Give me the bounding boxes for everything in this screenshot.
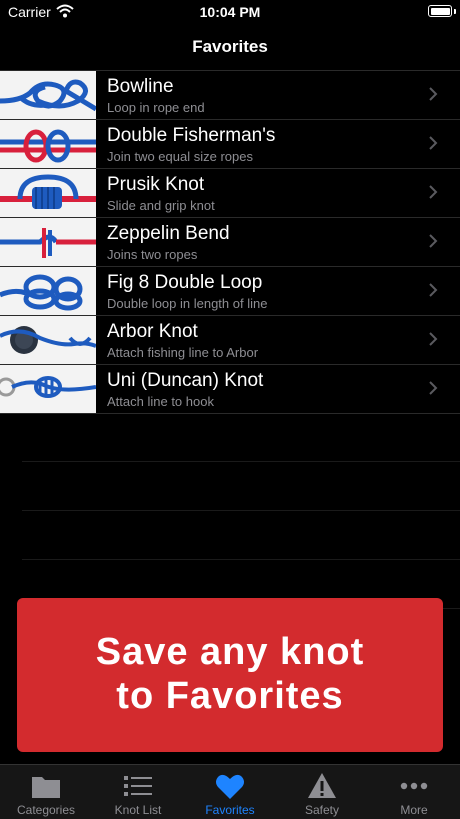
knot-thumbnail (0, 169, 96, 217)
double-fishermans-knot-image (0, 129, 96, 163)
arbor-knot-image (0, 326, 96, 354)
chevron-right-icon (429, 381, 438, 395)
knot-name: Fig 8 Double Loop (107, 272, 263, 293)
knot-thumbnail (0, 71, 96, 119)
chevron-right-icon (429, 283, 438, 297)
more-icon (400, 782, 428, 790)
knot-thumbnail (0, 120, 96, 168)
knot-subtitle: Slide and grip knot (107, 198, 215, 213)
knot-subtitle: Double loop in length of line (107, 296, 268, 311)
tab-label: More (400, 803, 428, 817)
list-icon (124, 776, 152, 796)
chevron-right-icon (429, 136, 438, 150)
list-item-fig-8-double-loop[interactable]: Fig 8 Double Loop Double loop in length … (0, 267, 460, 316)
fig-8-double-loop-knot-image (0, 274, 83, 311)
tab-label: Safety (304, 803, 340, 817)
empty-table-rows (22, 413, 460, 609)
knot-name: Arbor Knot (107, 321, 198, 342)
battery-icon (428, 5, 452, 17)
page-title: Favorites (192, 37, 268, 56)
tab-safety[interactable]: Safety (276, 765, 368, 819)
bowline-knot-image (0, 79, 96, 112)
knot-name: Double Fisherman's (107, 125, 276, 146)
banner-text: Save any knot to Favorites (17, 630, 443, 718)
tab-categories[interactable]: Categories (0, 765, 92, 819)
chevron-right-icon (429, 332, 438, 346)
chevron-right-icon (429, 234, 438, 248)
battery-cap (454, 9, 456, 14)
knot-name: Uni (Duncan) Knot (107, 370, 264, 391)
list-item-double-fishermans[interactable]: Double Fisherman's Join two equal size r… (0, 120, 460, 169)
knot-subtitle: Attach line to hook (107, 394, 214, 409)
knot-name: Zeppelin Bend (107, 223, 230, 244)
list-item-zeppelin-bend[interactable]: Zeppelin Bend Joins two ropes (0, 218, 460, 267)
tab-more[interactable]: More (368, 765, 460, 819)
uni-knot-image (0, 376, 96, 398)
tab-label: Knot List (114, 803, 162, 817)
tab-favorites[interactable]: Favorites (184, 765, 276, 819)
chevron-right-icon (429, 87, 438, 101)
favorites-list: Bowline Loop in rope end Double Fisherma… (0, 71, 460, 414)
knot-subtitle: Join two equal size ropes (107, 149, 253, 164)
knot-name: Bowline (107, 76, 174, 97)
tab-bar: Categories Knot List Favorites Safety Mo… (0, 764, 460, 819)
knot-name: Prusik Knot (107, 174, 205, 195)
tab-knot-list[interactable]: Knot List (92, 765, 184, 819)
warning-icon (308, 773, 336, 798)
banner-line-2: to Favorites (116, 675, 344, 717)
list-item-prusik-knot[interactable]: Prusik Knot Slide and grip knot (0, 169, 460, 218)
knot-thumbnail (0, 316, 96, 364)
chevron-right-icon (429, 185, 438, 199)
knot-subtitle: Joins two ropes (107, 247, 198, 262)
list-item-uni-duncan-knot[interactable]: Uni (Duncan) Knot Attach line to hook (0, 365, 460, 414)
knot-thumbnail (0, 267, 96, 315)
knot-subtitle: Attach fishing line to Arbor (107, 345, 259, 360)
banner-line-1: Save any knot (95, 631, 365, 673)
list-item-bowline[interactable]: Bowline Loop in rope end (0, 71, 460, 120)
prusik-knot-image (0, 174, 96, 209)
zeppelin-bend-knot-image (0, 228, 96, 258)
knot-thumbnail (0, 365, 96, 413)
list-item-arbor-knot[interactable]: Arbor Knot Attach fishing line to Arbor (0, 316, 460, 365)
knot-thumbnail (0, 218, 96, 266)
tab-label: Favorites (205, 803, 255, 817)
folder-icon (32, 777, 60, 798)
save-to-favorites-banner[interactable]: Save any knot to Favorites (17, 598, 443, 752)
status-bar: Carrier 10:04 PM (0, 0, 460, 24)
status-time: 10:04 PM (199, 4, 261, 20)
heart-icon (216, 774, 244, 799)
tab-label: Categories (16, 803, 76, 817)
navigation-bar: Favorites (0, 24, 460, 71)
knot-subtitle: Loop in rope end (107, 100, 205, 115)
